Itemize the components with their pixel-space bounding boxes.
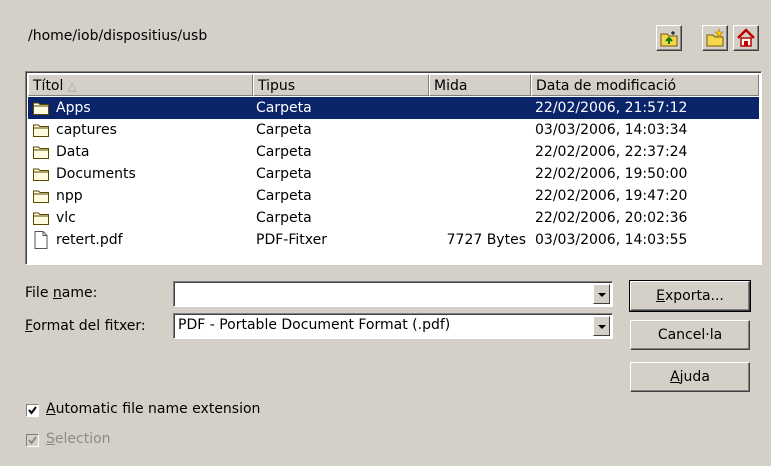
new-folder-icon (706, 28, 724, 47)
folder-icon (33, 146, 49, 159)
file-type: Carpeta (256, 144, 312, 160)
help-button[interactable]: Ajuda (630, 362, 750, 392)
format-label: Format del fitxer: (25, 318, 146, 334)
column-header-type[interactable]: Tipus (253, 74, 429, 96)
selection-checkbox (26, 434, 39, 447)
selection-label: Selection (46, 431, 111, 447)
file-date: 22/02/2006, 19:50:00 (535, 166, 688, 182)
folder-icon (33, 168, 49, 181)
folder-icon (33, 124, 49, 137)
file-date: 22/02/2006, 22:37:24 (535, 144, 688, 160)
file-name: vlc (56, 210, 76, 226)
folder-up-icon (660, 31, 678, 47)
file-row[interactable]: Data Carpeta 22/02/2006, 22:37:24 (28, 141, 759, 163)
file-date: 22/02/2006, 21:57:12 (535, 100, 688, 116)
file-row[interactable]: npp Carpeta 22/02/2006, 19:47:20 (28, 185, 759, 207)
file-type: Carpeta (256, 122, 312, 138)
folder-icon (33, 212, 49, 225)
file-list[interactable]: Títol △ Tipus Mida Data de modificació A… (25, 71, 762, 265)
format-dropdown-button[interactable] (593, 316, 610, 336)
file-date: 03/03/2006, 14:03:55 (535, 232, 688, 248)
file-name: captures (56, 122, 117, 138)
file-size: 7727 Bytes (446, 232, 526, 248)
column-header-date[interactable]: Data de modificació (531, 74, 759, 96)
sort-ascending-icon: △ (67, 80, 77, 93)
file-date: 22/02/2006, 19:47:20 (535, 188, 688, 204)
auto-extension-checkbox[interactable] (26, 404, 39, 417)
export-button[interactable]: Exporta... (629, 280, 751, 312)
file-name-combo[interactable] (173, 281, 613, 307)
file-name: npp (56, 188, 83, 204)
home-icon (737, 28, 755, 47)
file-type: Carpeta (256, 100, 312, 116)
file-row[interactable]: vlc Carpeta 22/02/2006, 20:02:36 (28, 207, 759, 229)
auto-extension-label[interactable]: Automatic file name extension (46, 401, 260, 417)
cancel-button[interactable]: Cancel·la (630, 320, 750, 350)
file-name: Data (56, 144, 90, 160)
file-type: Carpeta (256, 166, 312, 182)
new-folder-button[interactable] (702, 25, 728, 51)
checkmark-icon (28, 436, 37, 445)
home-button[interactable] (733, 25, 759, 51)
file-date: 03/03/2006, 14:03:34 (535, 122, 688, 138)
file-date: 22/02/2006, 20:02:36 (535, 210, 688, 226)
file-name-dropdown-button[interactable] (593, 284, 610, 304)
file-row[interactable]: Documents Carpeta 22/02/2006, 19:50:00 (28, 163, 759, 185)
file-type: Carpeta (256, 210, 312, 226)
current-path: /home/iob/dispositius/usb (28, 28, 208, 44)
column-header-size[interactable]: Mida (429, 74, 531, 96)
format-value: PDF - Portable Document Format (.pdf) (178, 317, 451, 333)
file-name-label: File name: (25, 285, 98, 301)
file-type: PDF-Fitxer (256, 232, 327, 248)
file-row[interactable]: retert.pdf PDF-Fitxer 7727 Bytes 03/03/2006… (28, 229, 759, 251)
file-name: retert.pdf (56, 232, 123, 248)
folder-icon (33, 102, 49, 115)
file-row[interactable]: Apps Carpeta 22/02/2006, 21:57:12 (28, 97, 759, 119)
file-name: Documents (56, 166, 136, 182)
file-name: Apps (56, 100, 91, 116)
checkmark-icon (28, 406, 37, 415)
file-row[interactable]: captures Carpeta 03/03/2006, 14:03:34 (28, 119, 759, 141)
folder-up-button[interactable] (656, 25, 682, 51)
column-header-title[interactable]: Títol △ (28, 74, 253, 96)
file-icon (34, 231, 48, 249)
format-select[interactable]: PDF - Portable Document Format (.pdf) (173, 313, 613, 339)
file-type: Carpeta (256, 188, 312, 204)
file-rows: Apps Carpeta 22/02/2006, 21:57:12 captures C… (28, 97, 759, 251)
folder-icon (33, 190, 49, 203)
